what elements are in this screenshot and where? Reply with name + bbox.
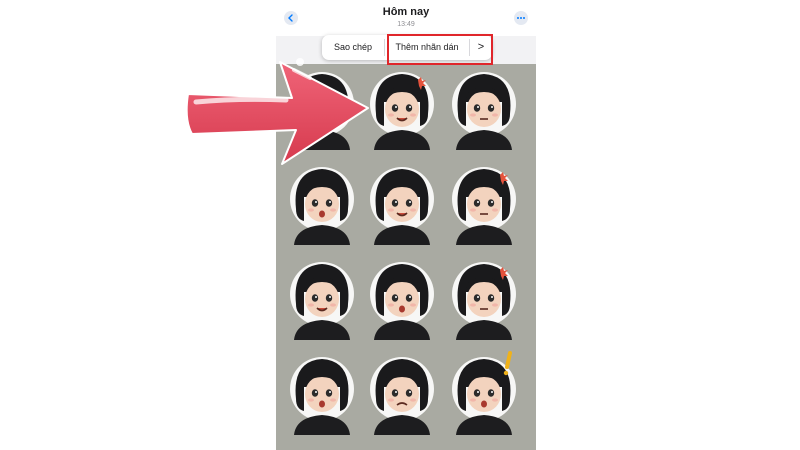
sticker-item[interactable] xyxy=(444,347,524,437)
sticker-item[interactable] xyxy=(282,347,362,437)
ellipsis-icon xyxy=(517,17,525,19)
chat-header: Hôm nay 13:49 xyxy=(276,0,536,36)
sticker-item[interactable] xyxy=(362,347,442,437)
sticker-item[interactable] xyxy=(282,252,362,342)
chat-title: Hôm nay xyxy=(382,6,430,18)
sticker-item[interactable] xyxy=(362,252,442,342)
sticker-item[interactable] xyxy=(444,157,524,247)
sticker-item[interactable] xyxy=(444,252,524,342)
more-button[interactable] xyxy=(514,11,528,25)
sticker-item[interactable] xyxy=(444,62,524,152)
pointer-arrow-icon xyxy=(185,58,369,165)
highlight-box xyxy=(387,34,493,65)
chat-time: 13:49 xyxy=(397,21,415,28)
